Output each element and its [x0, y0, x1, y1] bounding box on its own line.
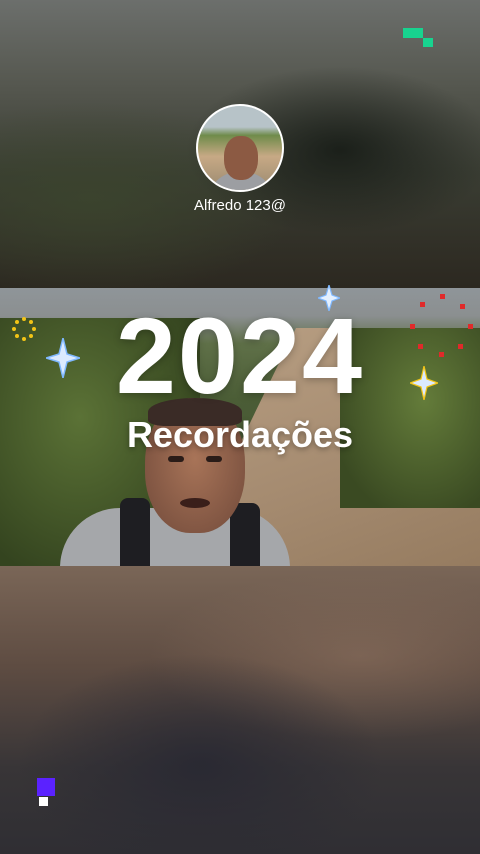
blurred-background-bottom [0, 566, 480, 854]
avatar[interactable] [196, 104, 284, 192]
username-label[interactable]: Alfredo 123@ [0, 197, 480, 214]
brand-logo-icon [403, 28, 433, 48]
year-title: 2024 [115, 295, 365, 416]
memories-subtitle: Recordações [126, 414, 354, 455]
brand-logo-icon [37, 778, 57, 808]
